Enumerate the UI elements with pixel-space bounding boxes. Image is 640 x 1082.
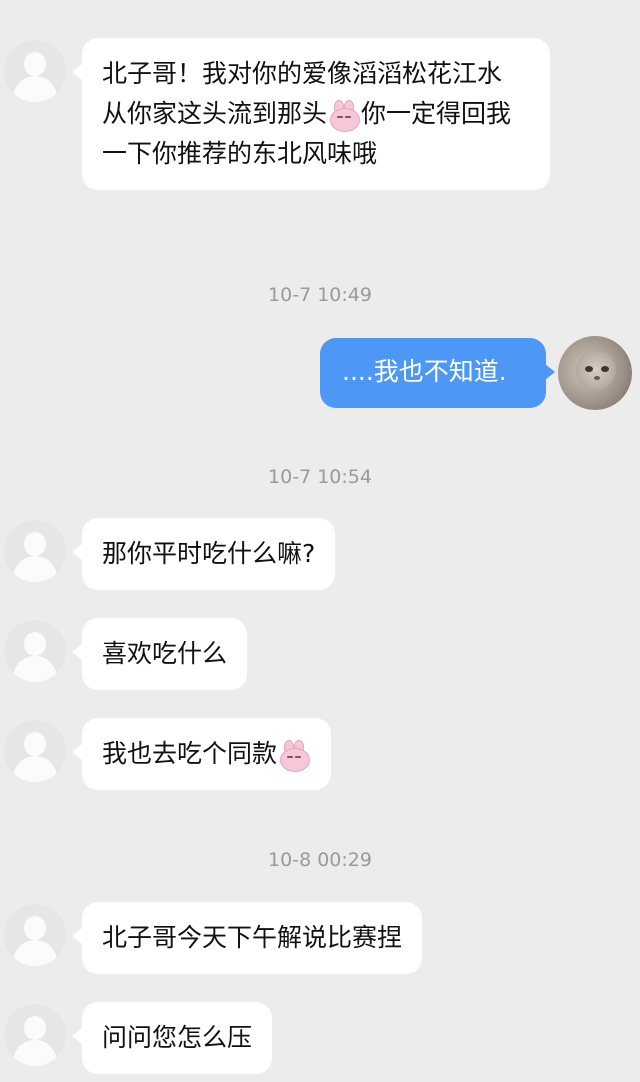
- bubble-tail: [72, 744, 82, 760]
- cat-eye: [585, 366, 593, 372]
- message-text: 那你平时吃什么嘛?: [102, 539, 316, 568]
- bubble-tail: [545, 364, 555, 380]
- cat-face: [576, 350, 616, 390]
- user-avatar-cat-photo[interactable]: [558, 336, 632, 410]
- contact-avatar[interactable]: [4, 1004, 66, 1066]
- contact-avatar[interactable]: [4, 904, 66, 966]
- message-bubble-incoming[interactable]: 问问您怎么压: [82, 1002, 273, 1074]
- message-bubble-incoming[interactable]: 我也去吃个同款: [82, 718, 332, 790]
- message-text: ....我也不知道.: [342, 357, 507, 386]
- avatar-head-shape: [24, 532, 46, 556]
- contact-avatar[interactable]: [4, 620, 66, 682]
- cat-eye: [601, 366, 609, 372]
- bubble-tail: [72, 1028, 82, 1044]
- bunny-emoji-icon: [328, 100, 361, 132]
- contact-avatar[interactable]: [4, 720, 66, 782]
- message-text: 问问您怎么压: [102, 1023, 253, 1052]
- avatar-body-shape: [13, 656, 57, 682]
- avatar-body-shape: [13, 76, 57, 102]
- avatar-head-shape: [24, 632, 46, 656]
- avatar-body-shape: [13, 756, 57, 782]
- timestamp: 10-7 10:54: [268, 466, 372, 488]
- message-text: 我也去吃个同款: [102, 739, 278, 768]
- message-bubble-incoming[interactable]: 喜欢吃什么: [82, 618, 248, 690]
- avatar-body-shape: [13, 556, 57, 582]
- avatar-body-shape: [13, 940, 57, 966]
- timestamp: 10-7 10:49: [268, 284, 372, 306]
- message-bubble-incoming[interactable]: 那你平时吃什么嘛?: [82, 518, 336, 590]
- message-bubble-incoming[interactable]: 北子哥今天下午解说比赛捏: [82, 902, 423, 974]
- avatar-body-shape: [13, 1040, 57, 1066]
- bubble-tail: [72, 64, 82, 80]
- cat-nose: [594, 376, 600, 380]
- contact-avatar[interactable]: [4, 40, 66, 102]
- avatar-head-shape: [24, 732, 46, 756]
- message-bubble-outgoing[interactable]: ....我也不知道.: [320, 338, 546, 408]
- avatar-head-shape: [24, 52, 46, 76]
- bubble-tail: [72, 544, 82, 560]
- timestamp: 10-8 00:29: [268, 849, 372, 871]
- avatar-head-shape: [24, 916, 46, 940]
- bubble-tail: [72, 928, 82, 944]
- bunny-emoji-icon: [278, 740, 311, 772]
- message-text: 喜欢吃什么: [102, 639, 228, 668]
- bubble-tail: [72, 644, 82, 660]
- avatar-head-shape: [24, 1016, 46, 1040]
- message-bubble-incoming[interactable]: 北子哥！我对你的爱像滔滔松花江水 从你家这头流到那头 你一定得回我一下你推荐的东北…: [82, 38, 550, 190]
- contact-avatar[interactable]: [4, 520, 66, 582]
- message-text: 北子哥今天下午解说比赛捏: [102, 923, 403, 952]
